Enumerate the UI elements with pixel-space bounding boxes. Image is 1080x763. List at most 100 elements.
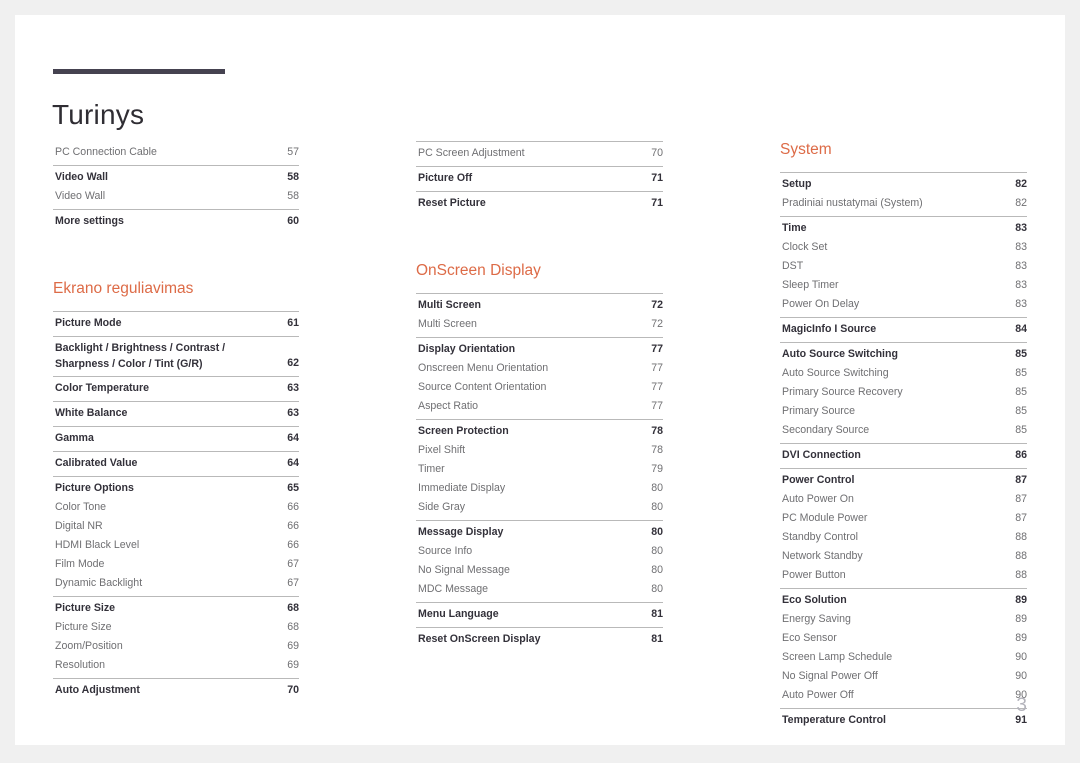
toc-entry-label: Screen Protection xyxy=(418,424,509,437)
toc-column-3: System Setup 82 Pradiniai nustatymai (Syste… xyxy=(780,141,1027,733)
toc-group: PC Connection Cable 57 xyxy=(53,141,299,165)
toc-entry[interactable]: MagicInfo I Source 84 xyxy=(780,320,1027,339)
toc-entry[interactable]: Picture Options 65 xyxy=(53,479,299,498)
toc-entry[interactable]: Primary Source 85 xyxy=(780,402,1027,421)
toc-entry[interactable]: Picture Off 71 xyxy=(416,169,663,188)
toc-entry[interactable]: Power Control 87 xyxy=(780,471,1027,490)
toc-entry[interactable]: Picture Mode 61 xyxy=(53,314,299,333)
toc-entry-page: 65 xyxy=(287,481,299,494)
toc-entry[interactable]: Reset Picture 71 xyxy=(416,194,663,213)
toc-entry[interactable]: Source Content Orientation 77 xyxy=(416,378,663,397)
toc-entry-page: 66 xyxy=(287,538,299,551)
toc-group: Video Wall 58 Video Wall 58 xyxy=(53,165,299,209)
toc-entry-page: 79 xyxy=(651,462,663,475)
toc-entry-page: 69 xyxy=(287,658,299,671)
toc-entry[interactable]: Screen Protection 78 xyxy=(416,422,663,441)
toc-entry[interactable]: Power On Delay 83 xyxy=(780,295,1027,314)
toc-entry[interactable]: DST 83 xyxy=(780,257,1027,276)
toc-entry-label: White Balance xyxy=(55,406,128,419)
toc-entry[interactable]: PC Module Power 87 xyxy=(780,509,1027,528)
toc-entry[interactable]: Primary Source Recovery 85 xyxy=(780,383,1027,402)
toc-entry[interactable]: Color Tone 66 xyxy=(53,498,299,517)
toc-entry[interactable]: Picture Size 68 xyxy=(53,618,299,637)
toc-entry[interactable]: Eco Solution 89 xyxy=(780,591,1027,610)
toc-entry-label: Power Control xyxy=(782,473,855,486)
toc-entry[interactable]: Aspect Ratio 77 xyxy=(416,397,663,416)
toc-entry-label: Source Info xyxy=(418,544,473,557)
toc-entry[interactable]: Power Button 88 xyxy=(780,566,1027,585)
toc-entry[interactable]: Network Standby 88 xyxy=(780,547,1027,566)
toc-entry-label: Sleep Timer xyxy=(782,278,839,291)
toc-entry[interactable]: HDMI Black Level 66 xyxy=(53,536,299,555)
toc-entry[interactable]: PC Screen Adjustment 70 xyxy=(416,144,663,163)
toc-entry[interactable]: Zoom/Position 69 xyxy=(53,637,299,656)
toc-entry[interactable]: Pradiniai nustatymai (System) 82 xyxy=(780,194,1027,213)
toc-entry-label: Auto Source Switching xyxy=(782,366,889,379)
toc-entry[interactable]: Display Orientation 77 xyxy=(416,340,663,359)
toc-column-2: PC Screen Adjustment 70 Picture Off 71 Reset… xyxy=(416,141,663,652)
toc-entry[interactable]: Backlight / Brightness / Contrast / Shar… xyxy=(53,339,299,373)
toc-entry[interactable]: PC Connection Cable 57 xyxy=(53,143,299,162)
toc-entry-page: 77 xyxy=(651,342,663,355)
toc-entry-page: 78 xyxy=(651,424,663,437)
toc-entry[interactable]: Multi Screen 72 xyxy=(416,315,663,334)
toc-entry[interactable]: Immediate Display 80 xyxy=(416,479,663,498)
toc-entry-label: Clock Set xyxy=(782,240,828,253)
toc-entry[interactable]: Menu Language 81 xyxy=(416,605,663,624)
toc-entry[interactable]: Screen Lamp Schedule 90 xyxy=(780,648,1027,667)
toc-entry[interactable]: Digital NR 66 xyxy=(53,517,299,536)
toc-group: Picture Options 65 Color Tone 66 Digital NR 6… xyxy=(53,475,299,596)
toc-entry[interactable]: Auto Source Switching 85 xyxy=(780,364,1027,383)
toc-entry-label: Picture Options xyxy=(55,481,134,494)
toc-entry[interactable]: Onscreen Menu Orientation 77 xyxy=(416,359,663,378)
toc-entry[interactable]: Auto Source Switching 85 xyxy=(780,345,1027,364)
toc-entry-page: 80 xyxy=(651,500,663,513)
toc-entry[interactable]: Calibrated Value 64 xyxy=(53,454,299,473)
toc-entry-page: 67 xyxy=(287,557,299,570)
toc-entry[interactable]: Clock Set 83 xyxy=(780,238,1027,257)
toc-entry[interactable]: Gamma 64 xyxy=(53,429,299,448)
toc-entry[interactable]: Auto Adjustment 70 xyxy=(53,681,299,700)
toc-entry[interactable]: Video Wall 58 xyxy=(53,168,299,187)
toc-entry[interactable]: Resolution 69 xyxy=(53,656,299,675)
toc-entry[interactable]: Time 83 xyxy=(780,219,1027,238)
toc-entry[interactable]: Film Mode 67 xyxy=(53,555,299,574)
toc-entry-label: Network Standby xyxy=(782,549,863,562)
toc-entry[interactable]: No Signal Message 80 xyxy=(416,561,663,580)
toc-group: Calibrated Value 64 xyxy=(53,450,299,476)
toc-entry[interactable]: Source Info 80 xyxy=(416,542,663,561)
toc-entry[interactable]: Secondary Source 85 xyxy=(780,421,1027,440)
toc-entry[interactable]: Multi Screen 72 xyxy=(416,296,663,315)
toc-entry-label: HDMI Black Level xyxy=(55,538,140,551)
toc-entry[interactable]: No Signal Power Off 90 xyxy=(780,667,1027,686)
toc-entry[interactable]: More settings 60 xyxy=(53,212,299,231)
toc-entry[interactable]: Dynamic Backlight 67 xyxy=(53,574,299,593)
toc-entry[interactable]: Reset OnScreen Display 81 xyxy=(416,630,663,649)
toc-entry[interactable]: Message Display 80 xyxy=(416,523,663,542)
toc-entry-page: 57 xyxy=(287,146,299,158)
toc-entry-page: 58 xyxy=(287,190,299,202)
toc-entry[interactable]: Side Gray 80 xyxy=(416,498,663,517)
toc-entry[interactable]: Picture Size 68 xyxy=(53,599,299,618)
toc-entry-page: 60 xyxy=(287,215,299,227)
toc-entry-label: PC Connection Cable xyxy=(55,146,157,158)
toc-entry[interactable]: Eco Sensor 89 xyxy=(780,629,1027,648)
toc-entry-page: 78 xyxy=(651,443,663,456)
toc-entry[interactable]: DVI Connection 86 xyxy=(780,446,1027,465)
toc-entry[interactable]: Video Wall 58 xyxy=(53,187,299,206)
toc-entry-label: Auto Source Switching xyxy=(782,347,898,360)
toc-entry[interactable]: Auto Power On 87 xyxy=(780,490,1027,509)
toc-entry[interactable]: Timer 79 xyxy=(416,460,663,479)
toc-entry[interactable]: Standby Control 88 xyxy=(780,528,1027,547)
toc-entry[interactable]: Color Temperature 63 xyxy=(53,379,299,398)
toc-group: Picture Mode 61 xyxy=(53,310,299,336)
toc-entry[interactable]: Setup 82 xyxy=(780,175,1027,194)
toc-entry-page: 70 xyxy=(287,683,299,696)
toc-entry[interactable]: Sleep Timer 83 xyxy=(780,276,1027,295)
toc-entry[interactable]: Energy Saving 89 xyxy=(780,610,1027,629)
toc-entry[interactable]: Pixel Shift 78 xyxy=(416,441,663,460)
toc-entry[interactable]: MDC Message 80 xyxy=(416,580,663,599)
toc-entry[interactable]: White Balance 63 xyxy=(53,404,299,423)
toc-entry-page: 67 xyxy=(287,576,299,589)
toc-entry-label: DVI Connection xyxy=(782,448,861,461)
